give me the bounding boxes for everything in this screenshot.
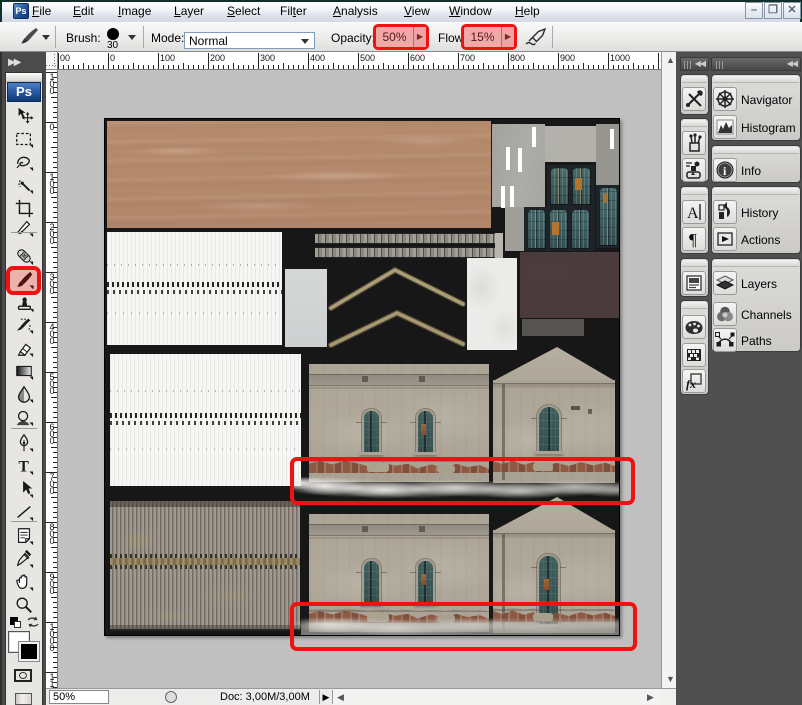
svg-text:A: A: [687, 205, 699, 222]
svg-text:¶: ¶: [689, 230, 697, 249]
svg-text:T: T: [19, 458, 30, 475]
svg-text:fx: fx: [686, 377, 696, 391]
